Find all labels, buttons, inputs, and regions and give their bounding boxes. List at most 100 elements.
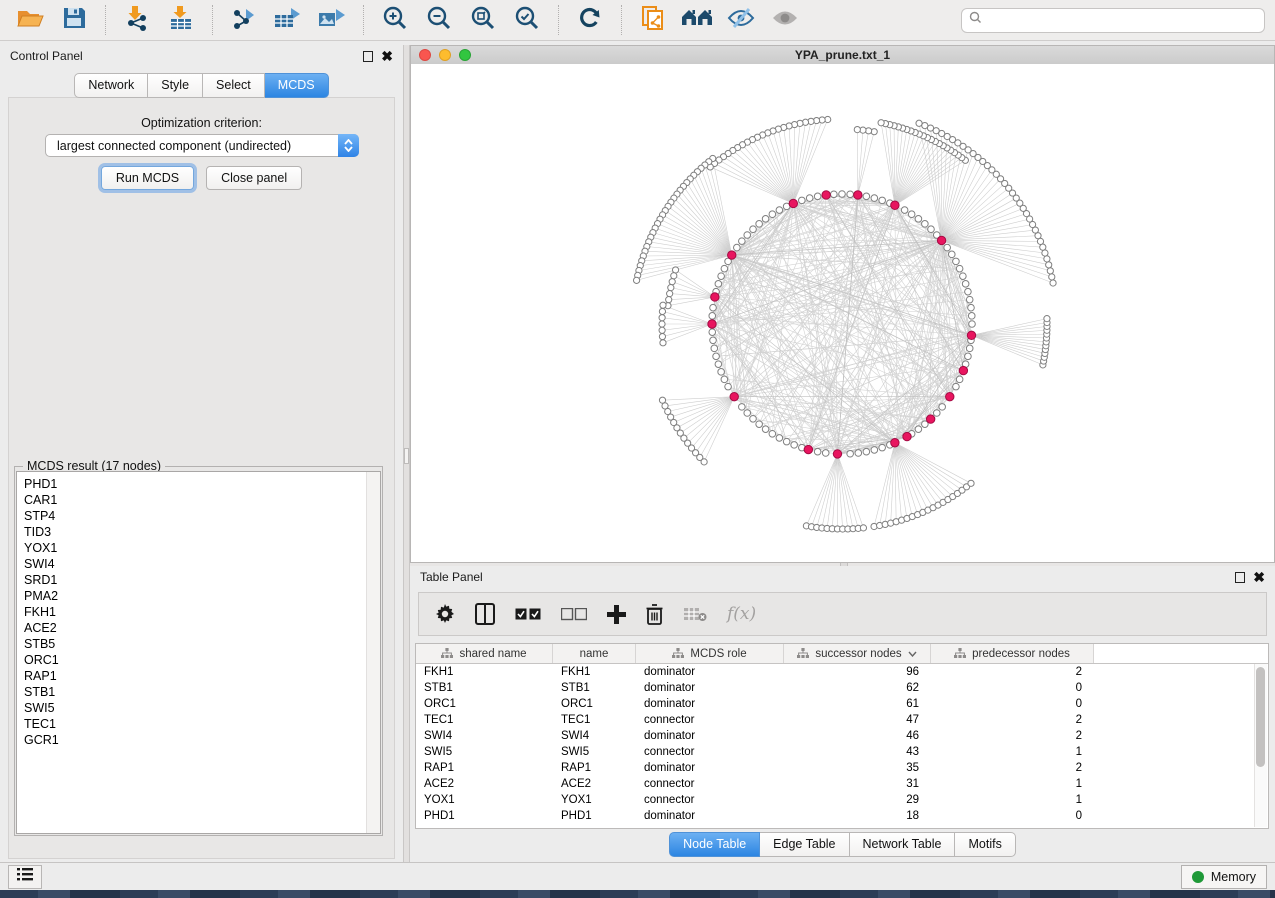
mcds-result-item[interactable]: STB5 <box>17 636 380 652</box>
cell-shared_name: FKH1 <box>416 666 553 678</box>
tab-node-table[interactable]: Node Table <box>669 832 760 857</box>
zoom-selected-button[interactable] <box>507 3 547 37</box>
mcds-result-item[interactable]: RAP1 <box>17 668 380 684</box>
zoom-fit-button[interactable] <box>463 3 503 37</box>
cell-successor_nodes: 96 <box>784 666 931 678</box>
houses-button[interactable] <box>677 3 717 37</box>
refresh-button[interactable] <box>570 3 610 37</box>
tab-style[interactable]: Style <box>148 73 203 98</box>
mcds-result-item[interactable]: FKH1 <box>17 604 380 620</box>
delete-table-icon[interactable] <box>683 606 707 622</box>
network-canvas[interactable] <box>411 64 1274 562</box>
run-mcds-button[interactable]: Run MCDS <box>101 166 194 190</box>
split-panel-icon[interactable] <box>475 603 495 625</box>
column-header-predecessor-nodes[interactable]: predecessor nodes <box>931 644 1094 663</box>
criterion-dropdown[interactable]: largest connected component (undirected) <box>45 134 359 157</box>
memory-button[interactable]: Memory <box>1181 865 1267 889</box>
export-image-button[interactable] <box>312 3 352 37</box>
toolbar-separator <box>621 5 622 35</box>
mcds-result-item[interactable]: PHD1 <box>17 476 380 492</box>
column-header-shared-name[interactable]: shared name <box>416 644 553 663</box>
close-window-icon[interactable] <box>419 49 431 61</box>
mcds-result-item[interactable]: GCR1 <box>17 732 380 748</box>
table-row[interactable]: PHD1PHD1dominator180 <box>416 808 1268 824</box>
cell-shared_name: ACE2 <box>416 778 553 790</box>
cell-successor_nodes: 43 <box>784 746 931 758</box>
tab-motifs[interactable]: Motifs <box>955 832 1015 857</box>
gear-icon[interactable] <box>435 604 455 624</box>
table-row[interactable]: ACE2ACE2connector311 <box>416 776 1268 792</box>
table-row[interactable]: SWI5SWI5connector431 <box>416 744 1268 760</box>
mcds-result-item[interactable]: TEC1 <box>17 716 380 732</box>
hide-selected-button[interactable] <box>721 3 761 37</box>
zoom-in-button[interactable] <box>375 3 415 37</box>
table-row[interactable]: ORC1ORC1dominator610 <box>416 696 1268 712</box>
minimize-window-icon[interactable] <box>439 49 451 61</box>
table-scrollbar[interactable] <box>1254 664 1267 827</box>
import-network-button[interactable] <box>117 3 157 37</box>
table-row[interactable]: SWI4SWI4dominator462 <box>416 728 1268 744</box>
float-panel-icon[interactable] <box>1235 572 1245 583</box>
cell-name: SWI4 <box>553 730 636 742</box>
splitter-grip[interactable] <box>404 448 409 464</box>
mcds-result-item[interactable]: ORC1 <box>17 652 380 668</box>
close-panel-icon[interactable]: ✖ <box>381 51 393 61</box>
table-row[interactable]: RAP1RAP1dominator352 <box>416 760 1268 776</box>
mcds-result-item[interactable]: YOX1 <box>17 540 380 556</box>
network-window-titlebar[interactable]: YPA_prune.txt_1 <box>411 46 1274 65</box>
cell-successor_nodes: 18 <box>784 810 931 822</box>
mcds-result-item[interactable]: STB1 <box>17 684 380 700</box>
zoom-window-icon[interactable] <box>459 49 471 61</box>
delete-column-icon[interactable] <box>646 604 663 625</box>
tab-select[interactable]: Select <box>203 73 265 98</box>
cell-shared_name: RAP1 <box>416 762 553 774</box>
tab-mcds[interactable]: MCDS <box>265 73 329 98</box>
mcds-result-item[interactable]: SRD1 <box>17 572 380 588</box>
close-panel-icon[interactable]: ✖ <box>1253 572 1265 582</box>
column-header-mcds-role[interactable]: MCDS role <box>636 644 784 663</box>
mcds-list-scrollbar[interactable] <box>366 472 380 833</box>
select-all-checkboxes-icon[interactable] <box>515 608 541 621</box>
tab-network-table[interactable]: Network Table <box>850 832 956 857</box>
scrollbar-thumb[interactable] <box>1256 667 1265 767</box>
mcds-result-item[interactable]: SWI4 <box>17 556 380 572</box>
save-session-button[interactable] <box>54 3 94 37</box>
mcds-result-item[interactable]: STP4 <box>17 508 380 524</box>
cell-shared_name: TEC1 <box>416 714 553 726</box>
mcds-result-item[interactable]: PMA2 <box>17 588 380 604</box>
vertical-splitter[interactable] <box>403 45 410 862</box>
export-table-button[interactable] <box>268 3 308 37</box>
table-row[interactable]: FKH1FKH1dominator962 <box>416 664 1268 680</box>
tab-edge-table[interactable]: Edge Table <box>760 832 849 857</box>
column-header-successor-nodes[interactable]: successor nodes <box>784 644 931 663</box>
mcds-result-item[interactable]: CAR1 <box>17 492 380 508</box>
column-header-name[interactable]: name <box>553 644 636 663</box>
float-panel-icon[interactable] <box>363 51 373 62</box>
deselect-all-checkboxes-icon[interactable] <box>561 608 587 621</box>
import-table-button[interactable] <box>161 3 201 37</box>
add-column-icon[interactable] <box>607 605 626 624</box>
mcds-result-item[interactable]: ACE2 <box>17 620 380 636</box>
cell-shared_name: ORC1 <box>416 698 553 710</box>
tab-network[interactable]: Network <box>74 73 148 98</box>
function-builder-icon[interactable]: f(x) <box>727 604 756 624</box>
control-panel: Control Panel ✖ Network Style Select MCD… <box>0 45 403 862</box>
show-all-button[interactable] <box>765 3 805 37</box>
zoom-out-button[interactable] <box>419 3 459 37</box>
export-network-button[interactable] <box>224 3 264 37</box>
table-panel-title: Table Panel <box>420 570 483 584</box>
close-panel-button[interactable]: Close panel <box>206 166 302 190</box>
table-row[interactable]: STB1STB1dominator620 <box>416 680 1268 696</box>
save-icon <box>61 6 87 35</box>
mcds-result-items: PHD1CAR1STP4TID3YOX1SWI4SRD1PMA2FKH1ACE2… <box>17 472 380 748</box>
table-row[interactable]: YOX1YOX1connector291 <box>416 792 1268 808</box>
tree-icon <box>441 648 453 659</box>
table-row[interactable]: TEC1TEC1connector472 <box>416 712 1268 728</box>
task-history-button[interactable] <box>8 865 42 889</box>
mcds-result-item[interactable]: TID3 <box>17 524 380 540</box>
search-input[interactable] <box>988 12 1257 28</box>
cell-mcds_role: connector <box>636 794 784 806</box>
duplicate-network-button[interactable] <box>633 3 673 37</box>
mcds-result-item[interactable]: SWI5 <box>17 700 380 716</box>
open-session-button[interactable] <box>10 3 50 37</box>
